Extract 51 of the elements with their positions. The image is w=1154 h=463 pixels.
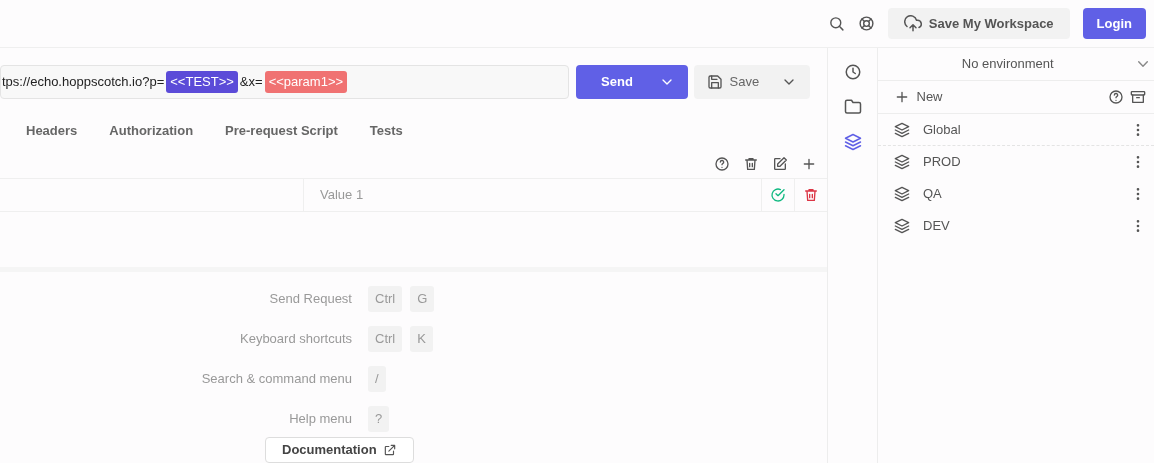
key-badge: G [410, 286, 435, 312]
cloud-upload-icon [904, 14, 923, 33]
variable-tag: <<TEST>> [166, 71, 238, 93]
new-button[interactable]: New [894, 87, 943, 107]
plus-icon [894, 89, 910, 105]
key-badge: K [410, 326, 433, 352]
tab[interactable]: Headers [10, 121, 94, 141]
url-text: &x= [239, 73, 263, 92]
archive-icon[interactable] [1130, 89, 1146, 105]
add-icon[interactable] [801, 156, 817, 172]
environment-item[interactable]: QA [878, 178, 1154, 210]
variable-tag: <<param1>> [264, 71, 348, 93]
search-icon[interactable] [828, 15, 846, 32]
shortcut-label: Keyboard shortcuts [239, 330, 353, 349]
environment-select[interactable]: No environment [878, 48, 1154, 81]
layers-icon [894, 218, 910, 234]
save-icon [707, 74, 723, 90]
trash-icon[interactable] [743, 156, 759, 172]
url-text: tps://echo.hoppscotch.io?p= [2, 73, 165, 92]
key-badge: ? [368, 406, 390, 432]
tab[interactable]: Authorization [93, 121, 210, 141]
check-icon[interactable] [770, 187, 786, 203]
help-icon[interactable] [858, 15, 876, 32]
login-button[interactable]: Login [1082, 8, 1146, 39]
environment-item[interactable]: DEV [878, 210, 1154, 242]
layers-icon [894, 121, 910, 138]
save-button[interactable]: Save [694, 65, 810, 99]
key-badge: Ctrl [368, 326, 403, 352]
external-link-icon [383, 442, 398, 457]
edit-icon[interactable] [772, 156, 788, 172]
layers-icon[interactable] [843, 131, 862, 153]
help-icon[interactable] [714, 156, 730, 172]
tab[interactable]: Pre-request Script [209, 121, 354, 141]
shortcut-label: Search & command menu [200, 370, 353, 389]
value-field[interactable]: Value 1 [304, 179, 761, 211]
environment-item[interactable]: Global [878, 114, 1154, 146]
layers-icon [894, 154, 910, 170]
tab[interactable]: Tests [353, 121, 419, 141]
environment-item[interactable]: PROD [878, 146, 1154, 178]
save-workspace-button[interactable]: Save My Workspace [888, 8, 1070, 39]
key-badge: / [368, 366, 386, 392]
trash-icon[interactable] [803, 187, 819, 203]
key-badge: Ctrl [368, 286, 403, 312]
caret-icon [1137, 61, 1148, 67]
send-button[interactable]: Send [575, 65, 688, 99]
shortcut-label: Help menu [288, 410, 353, 429]
shortcut-label: Send Request [268, 290, 353, 309]
help-icon[interactable] [1107, 89, 1124, 105]
documentation-button[interactable]: Documentation [265, 437, 415, 463]
url-field[interactable]: tps://echo.hoppscotch.io?p= <<TEST>> &x= <<param1>> [0, 65, 569, 99]
layers-icon [894, 186, 910, 202]
